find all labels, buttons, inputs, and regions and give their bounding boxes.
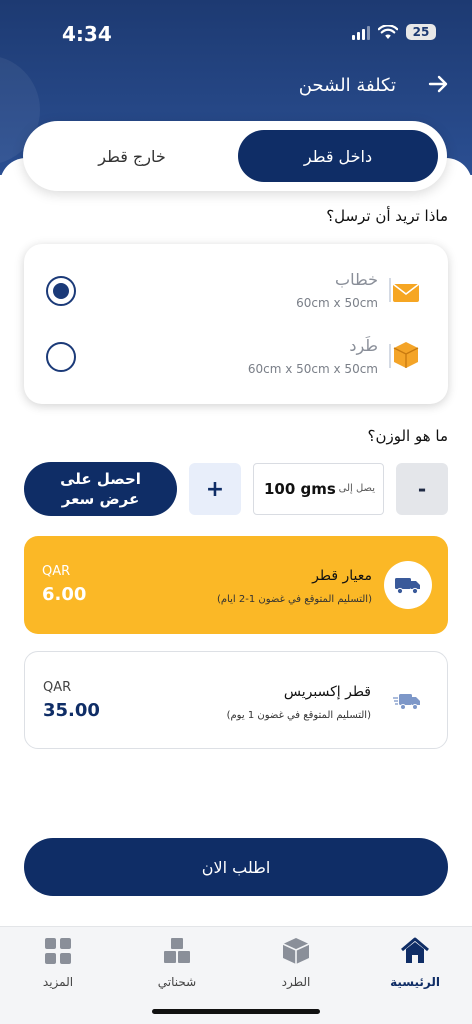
service-standard-qatar[interactable]: معيار قطر (التسليم المتوقع في غضون 1-2 ا… (24, 536, 448, 634)
service-standard-price: 6.00 (42, 584, 87, 605)
standard-icon-circle (384, 561, 432, 609)
boxes-icon (164, 938, 190, 963)
tab-parcel-label: الطرد (281, 975, 311, 989)
page-header: تكلفة الشحن (0, 72, 472, 102)
wifi-icon (378, 24, 398, 39)
grid-icon (45, 938, 71, 964)
tab-parcel[interactable]: الطرد (256, 935, 336, 997)
home-indicator (152, 1009, 320, 1014)
service-standard-desc: (التسليم المتوقع في غضون 1-2 ايام) (216, 594, 372, 605)
weight-value: 100 gms (264, 480, 336, 498)
option-parcel-name: طَرد (349, 336, 378, 355)
service-qatar-express[interactable]: قطر إكسبريس (التسليم المتوقع في غضون 1 ي… (24, 651, 448, 749)
decrease-weight-button[interactable]: - (396, 463, 448, 515)
tab-my-shipments-label: شحناتي (157, 975, 197, 989)
option-letter[interactable]: خطاب 60cm x 50cm (24, 262, 448, 322)
page-title: تكلفة الشحن (298, 75, 396, 96)
weight-up-to-label: يصل إلى (338, 483, 375, 494)
status-icons: 25 (352, 24, 436, 40)
express-icon-circle (383, 677, 431, 725)
tab-inside-qatar[interactable]: داخل قطر (238, 130, 438, 182)
option-letter-name: خطاب (335, 270, 378, 289)
option-letter-dims: 60cm x 50cm (296, 296, 378, 310)
service-express-desc: (التسليم المتوقع في غضون 1 يوم) (226, 710, 371, 721)
get-quote-button[interactable]: احصل على عرض سعر (24, 462, 177, 516)
radio-letter[interactable] (46, 276, 76, 306)
envelope-icon (389, 278, 420, 302)
home-icon (401, 937, 429, 963)
get-quote-line2: عرض سعر (61, 490, 140, 508)
option-parcel[interactable]: طَرد 60cm x 50cm x 50cm (24, 328, 448, 388)
tab-more[interactable]: المزيد (18, 935, 98, 997)
weight-field[interactable]: 100 gms يصل إلى (253, 463, 384, 515)
service-standard-currency: QAR (42, 564, 71, 579)
increase-weight-button[interactable]: + (189, 463, 241, 515)
order-now-button[interactable]: اطلب الان (24, 838, 448, 896)
signal-icon (352, 24, 370, 40)
service-standard-name: معيار قطر (312, 568, 372, 584)
tab-home[interactable]: الرئيسية (375, 935, 455, 997)
tab-my-shipments[interactable]: شحناتي (137, 935, 217, 997)
box-icon (389, 342, 419, 368)
weight-question: ما هو الوزن؟ (367, 427, 448, 445)
get-quote-line1: احصل على (60, 470, 141, 488)
option-parcel-dims: 60cm x 50cm x 50cm (247, 362, 378, 376)
tab-home-label: الرئيسية (390, 975, 440, 989)
tab-outside-qatar[interactable]: خارج قطر (32, 130, 232, 182)
service-express-name: قطر إكسبريس (283, 684, 371, 700)
shipment-type-question: ماذا تريد أن ترسل؟ (326, 207, 448, 225)
radio-parcel[interactable] (46, 342, 76, 372)
battery-indicator: 25 (406, 24, 436, 40)
service-express-price: 35.00 (43, 700, 100, 721)
back-arrow-icon[interactable] (426, 72, 450, 102)
parcel-icon (282, 938, 310, 964)
destination-toggle: داخل قطر خارج قطر (23, 121, 447, 191)
truck-icon (395, 578, 420, 595)
express-truck-icon (393, 694, 420, 710)
tab-more-label: المزيد (42, 975, 74, 989)
status-time: 4:34 (62, 22, 112, 46)
shipment-type-card: خطاب 60cm x 50cm طَرد 60cm x 50cm x 50cm (24, 244, 448, 404)
service-express-currency: QAR (43, 680, 72, 695)
